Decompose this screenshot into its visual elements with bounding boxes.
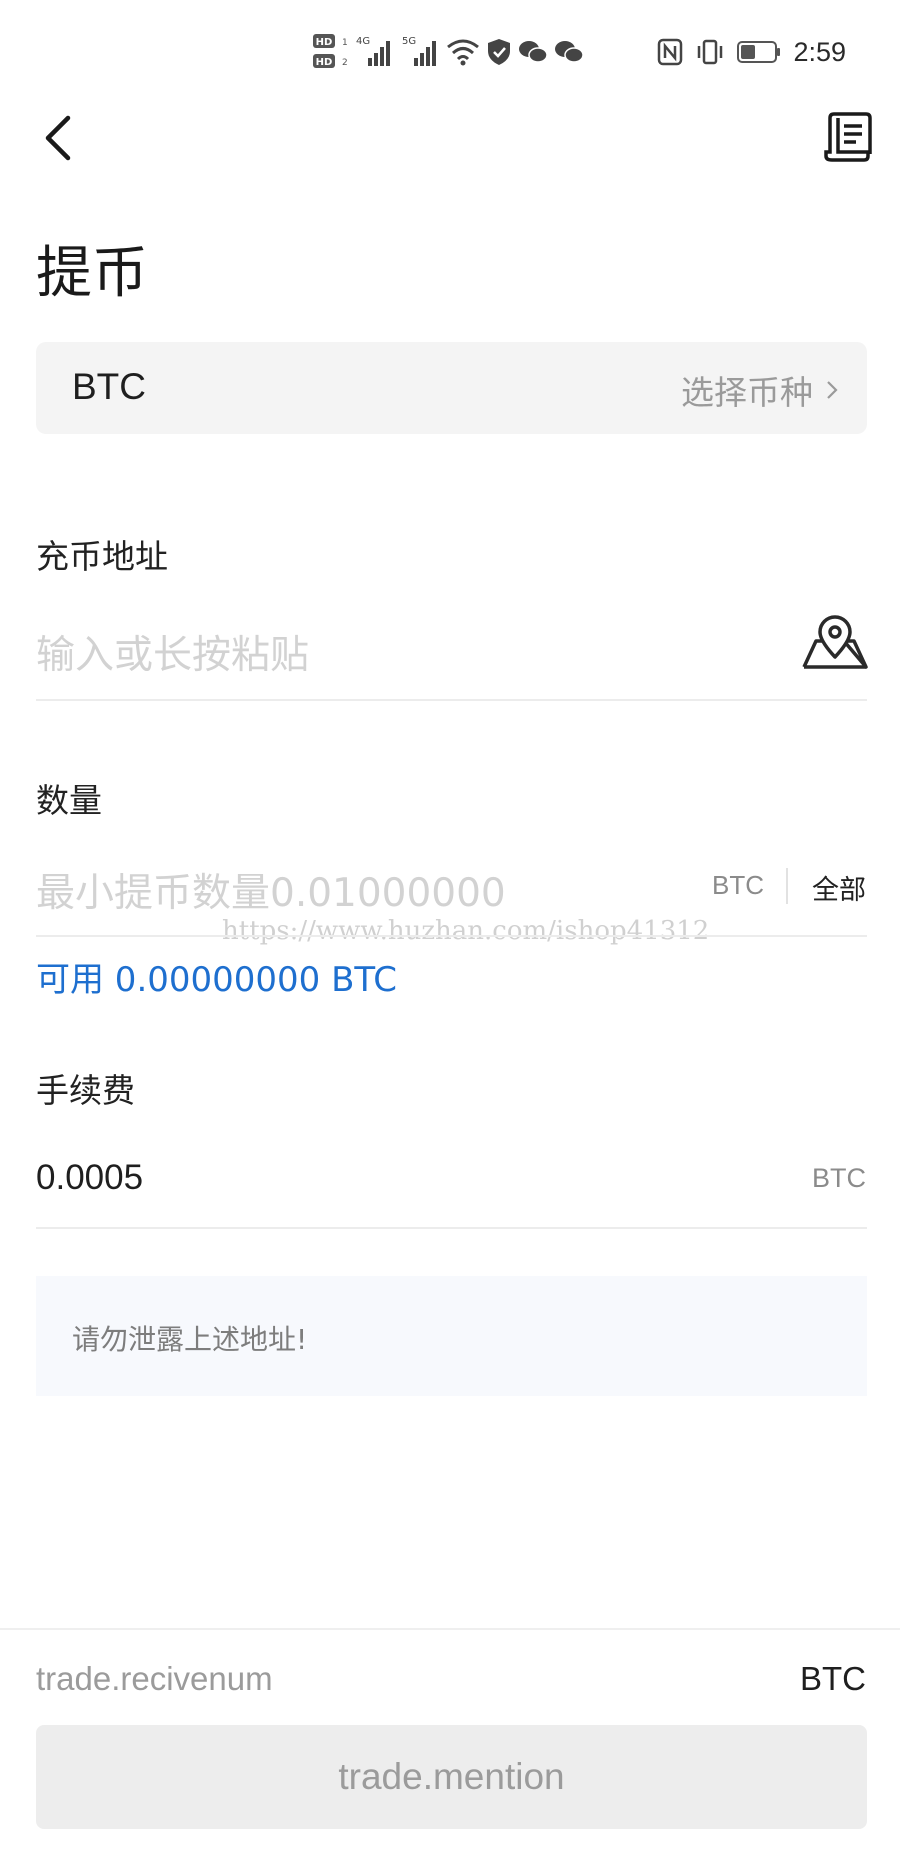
shield-icon <box>486 37 512 67</box>
fee-label: 手续费 <box>36 1071 135 1110</box>
svg-text:1: 1 <box>342 38 348 48</box>
coin-name: BTC <box>72 366 146 407</box>
coin-selector[interactable]: BTC 选择币种 <box>36 342 867 434</box>
all-amount-button[interactable]: 全部 <box>812 868 866 907</box>
signal-5g-icon: 5G <box>400 34 440 70</box>
notice-text: 请勿泄露上述地址! <box>72 1323 308 1356</box>
amount-unit: BTC <box>712 870 764 900</box>
wifi-icon <box>446 37 480 67</box>
back-button[interactable] <box>36 112 88 164</box>
address-divider <box>36 699 867 701</box>
address-input[interactable]: 输入或长按粘贴 <box>36 624 309 680</box>
select-coin-link[interactable]: 选择币种 <box>681 366 839 414</box>
status-right: 2:59 <box>657 28 846 76</box>
address-book-button[interactable] <box>800 615 870 671</box>
receive-amount-unit: BTC <box>800 1660 866 1697</box>
address-label: 充币地址 <box>36 537 168 576</box>
svg-text:2: 2 <box>342 58 348 68</box>
watermark: https://www.huzhan.com/ishop41312 <box>222 916 710 946</box>
available-balance: 可用 0.00000000 BTC <box>36 960 397 1000</box>
amount-separator <box>786 868 788 904</box>
chevron-right-icon <box>827 381 838 399</box>
net2-text: 5G <box>402 36 416 47</box>
hd2-text: HD <box>316 57 333 68</box>
footer-bar: trade.recivenum BTC trade.mention <box>0 1628 900 1856</box>
select-coin-label: 选择币种 <box>681 373 813 412</box>
status-bar: HD 1 HD 2 4G 5G 2:59 <box>0 0 900 104</box>
fee-divider <box>36 1227 867 1229</box>
net1-text: 4G <box>356 36 370 47</box>
amount-label: 数量 <box>36 781 102 820</box>
location-map-icon <box>802 615 868 669</box>
status-left: HD 1 HD 2 4G 5G <box>312 28 584 76</box>
withdraw-record-button[interactable] <box>824 110 872 164</box>
wechat-icon-2 <box>554 39 584 65</box>
vibrate-icon <box>695 38 725 66</box>
hd1-text: HD <box>316 37 333 48</box>
notice-box: 请勿泄露上述地址! <box>36 1276 867 1396</box>
withdraw-submit-button[interactable]: trade.mention <box>36 1725 867 1829</box>
signal-4g-icon: 4G <box>354 34 394 70</box>
withdraw-page: HD 1 HD 2 4G 5G 2:59 提币 BTC 选择币种 充币地址 输入… <box>0 0 900 1856</box>
nfc-icon <box>657 38 683 66</box>
fee-value: 0.0005 <box>36 1158 144 1197</box>
chevron-left-icon <box>45 115 71 161</box>
amount-divider <box>36 935 867 937</box>
amount-input[interactable]: 最小提币数量0.01000000 <box>36 862 506 918</box>
receipt-icon <box>824 112 872 162</box>
wechat-icon <box>518 39 548 65</box>
battery-icon <box>737 40 781 64</box>
dual-hd-icon: HD 1 HD 2 <box>312 32 348 72</box>
receive-amount-label: trade.recivenum <box>36 1660 273 1697</box>
page-title: 提币 <box>36 241 148 306</box>
fee-unit: BTC <box>812 1163 866 1193</box>
status-time: 2:59 <box>793 36 846 67</box>
